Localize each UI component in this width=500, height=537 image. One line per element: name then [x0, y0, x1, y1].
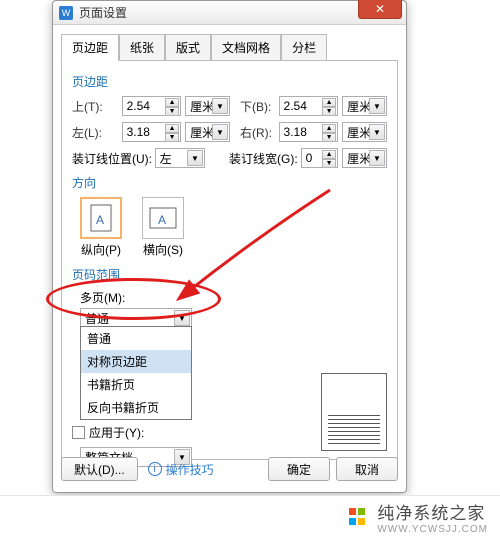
gutter-w-input[interactable]: 0▲▼	[301, 148, 339, 168]
page-preview	[321, 373, 387, 451]
chevron-down-icon: ▼	[369, 124, 385, 140]
gutter-w-label: 装订线宽(G):	[229, 150, 301, 167]
top-input[interactable]: 2.54▲▼	[122, 96, 182, 116]
tab-strip: 页边距 纸张 版式 文档网格 分栏	[53, 25, 406, 60]
left-label: 左(L):	[72, 124, 122, 141]
portrait-icon: A	[80, 197, 122, 239]
cancel-button[interactable]: 取消	[336, 457, 398, 481]
info-icon: i	[148, 462, 162, 476]
right-input[interactable]: 3.18▲▼	[279, 122, 339, 142]
tips-link[interactable]: i操作技巧	[148, 461, 214, 478]
spinner-icon[interactable]: ▲▼	[165, 98, 179, 114]
tab-columns[interactable]: 分栏	[281, 34, 327, 61]
orientation-portrait[interactable]: A 纵向(P)	[80, 197, 122, 258]
ok-button[interactable]: 确定	[268, 457, 330, 481]
left-unit[interactable]: 厘米▼	[185, 122, 230, 142]
spinner-icon[interactable]: ▲▼	[322, 98, 336, 114]
option-normal[interactable]: 普通	[81, 327, 191, 350]
option-reverse-bookfold[interactable]: 反向书籍折页	[81, 396, 191, 419]
top-label: 上(T):	[72, 98, 122, 115]
close-button[interactable]: ✕	[358, 0, 402, 19]
svg-text:A: A	[96, 213, 104, 227]
spinner-icon[interactable]: ▲▼	[322, 124, 336, 140]
orientation-landscape[interactable]: A 横向(S)	[142, 197, 184, 258]
page-setup-dialog: W 页面设置 ✕ 页边距 纸张 版式 文档网格 分栏 页边距 上(T): 2.5…	[52, 0, 407, 493]
close-icon: ✕	[375, 2, 385, 16]
gutter-pos-select[interactable]: 左▼	[155, 148, 205, 168]
landscape-icon: A	[142, 197, 184, 239]
chevron-down-icon: ▼	[187, 150, 203, 166]
tab-margins[interactable]: 页边距	[61, 34, 119, 61]
bottom-input[interactable]: 2.54▲▼	[279, 96, 339, 116]
spinner-icon[interactable]: ▲▼	[165, 124, 179, 140]
orientation-title: 方向	[72, 174, 387, 191]
multi-dropdown-list: 普通 对称页边距 书籍折页 反向书籍折页	[80, 326, 192, 420]
watermark-footer: 纯净系统之家 WWW.YCWSJJ.COM	[0, 495, 500, 537]
chevron-down-icon: ▼	[174, 310, 190, 326]
footer-sub: WWW.YCWSJJ.COM	[377, 524, 488, 535]
svg-text:A: A	[158, 213, 166, 227]
footer-logo-icon	[349, 508, 367, 526]
chevron-down-icon: ▼	[212, 124, 228, 140]
multi-select[interactable]: 普通▼	[80, 308, 192, 328]
tab-grid[interactable]: 文档网格	[211, 34, 281, 61]
right-label: 右(R):	[240, 124, 279, 141]
gutter-w-unit[interactable]: 厘米▼	[342, 148, 387, 168]
option-bookfold[interactable]: 书籍折页	[81, 373, 191, 396]
right-unit[interactable]: 厘米▼	[342, 122, 387, 142]
button-bar: 默认(D)... i操作技巧 确定 取消	[61, 454, 398, 484]
range-title: 页码范围	[72, 266, 387, 283]
chevron-down-icon: ▼	[212, 98, 228, 114]
option-mirror-margins[interactable]: 对称页边距	[81, 350, 191, 373]
tab-paper[interactable]: 纸张	[119, 34, 165, 61]
bottom-label: 下(B):	[240, 98, 279, 115]
window-title: 页面设置	[79, 4, 127, 21]
spinner-icon[interactable]: ▲▼	[322, 150, 336, 166]
apply-label: 应用于(Y):	[89, 424, 144, 441]
default-button[interactable]: 默认(D)...	[61, 457, 138, 481]
left-input[interactable]: 3.18▲▼	[122, 122, 182, 142]
apply-checkbox[interactable]	[72, 426, 85, 439]
chevron-down-icon: ▼	[369, 98, 385, 114]
title-bar[interactable]: W 页面设置 ✕	[53, 1, 406, 25]
margins-group-title: 页边距	[72, 73, 387, 90]
top-unit[interactable]: 厘米▼	[185, 96, 230, 116]
chevron-down-icon: ▼	[369, 150, 385, 166]
gutter-pos-label: 装订线位置(U):	[72, 150, 155, 167]
multi-label: 多页(M):	[80, 289, 387, 306]
tab-body: 页边距 上(T): 2.54▲▼ 厘米▼ 下(B): 2.54▲▼ 厘米▼ 左(…	[61, 60, 398, 460]
bottom-unit[interactable]: 厘米▼	[342, 96, 387, 116]
tab-layout[interactable]: 版式	[165, 34, 211, 61]
footer-brand: 纯净系统之家	[377, 499, 488, 524]
app-icon: W	[59, 6, 73, 20]
